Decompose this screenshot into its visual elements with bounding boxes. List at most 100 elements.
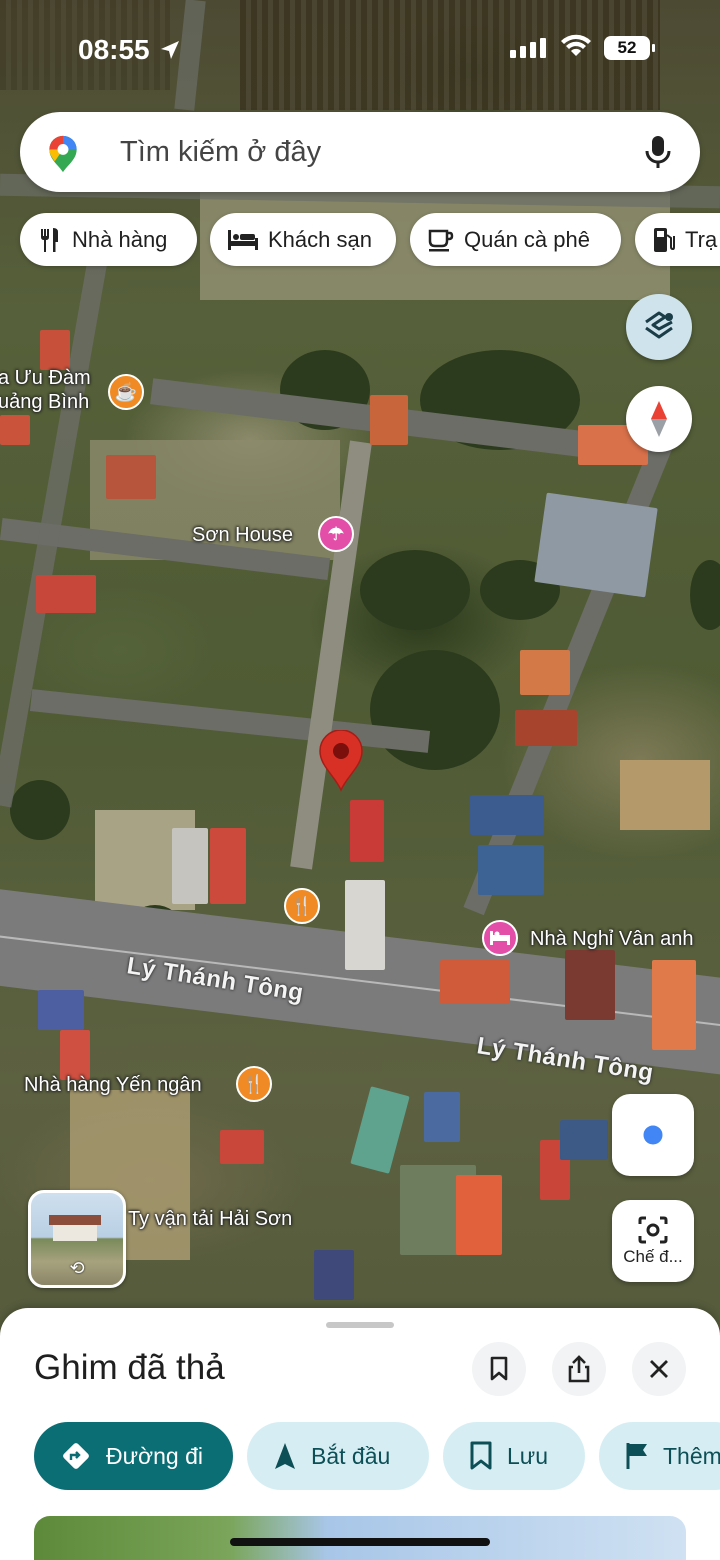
directions-icon (63, 1443, 89, 1469)
building-roof (652, 960, 696, 1050)
microphone-icon[interactable] (644, 134, 672, 170)
signal-bar (530, 42, 536, 58)
map-trees (690, 560, 720, 630)
rotate-360-icon: ⟲ (69, 1258, 85, 1278)
building-roof (470, 795, 544, 835)
poi-label: Nhà hàng Yến ngân (24, 1074, 202, 1096)
building-roof (350, 1086, 410, 1174)
fork-knife-icon[interactable]: 🍴 (236, 1066, 272, 1102)
chip-label: Trạ (685, 226, 718, 252)
layers-icon (645, 311, 673, 339)
poi-label-line: uảng Bình (0, 391, 90, 413)
building-roof (456, 1175, 502, 1255)
building-roof (314, 1250, 354, 1300)
save-label: Lưu (507, 1442, 548, 1469)
bed-icon (228, 229, 258, 250)
share-icon (568, 1355, 590, 1383)
sheet-title: Ghim đã thả (34, 1348, 225, 1387)
signal-bar (510, 50, 516, 58)
coffee-cup-icon[interactable]: ☕ (108, 374, 144, 410)
map-trees (370, 650, 500, 770)
bed-icon[interactable] (482, 920, 518, 956)
poi-label: a Ưu Đàm uảng Bình (0, 366, 91, 414)
chip-label: Nhà hàng (72, 226, 168, 252)
sheet-drag-handle[interactable] (326, 1322, 394, 1328)
building-roof (60, 1030, 90, 1080)
building-roof (345, 880, 385, 970)
umbrella-beach-icon[interactable]: ☂ (318, 516, 354, 552)
street-view-house (49, 1215, 101, 1241)
building-roof (36, 575, 96, 613)
my-location-icon (640, 1122, 666, 1148)
map-clearing (620, 760, 710, 830)
building-roof (478, 845, 544, 895)
close-button[interactable] (632, 1342, 686, 1396)
save-button[interactable]: Lưu (443, 1422, 585, 1490)
place-bottom-sheet[interactable]: Ghim đã thả Đường đi Bắt đầu Lưu Thêm (0, 1308, 720, 1560)
directions-button[interactable]: Đường đi (34, 1422, 233, 1490)
building-roof (220, 1130, 264, 1164)
more-label: Thêm (663, 1442, 720, 1469)
layers-button[interactable] (626, 294, 692, 360)
more-button[interactable]: Thêm (599, 1422, 720, 1490)
chip-restaurants[interactable]: Nhà hàng (20, 213, 197, 266)
chip-label: Quán cà phê (464, 226, 590, 252)
save-icon-button[interactable] (472, 1342, 526, 1396)
cellular-signal-icon (510, 38, 546, 58)
start-label: Bắt đầu (311, 1442, 391, 1469)
google-maps-pin-icon (49, 135, 77, 173)
building-roof (370, 395, 408, 445)
building-roof (515, 710, 577, 746)
chip-cafes[interactable]: Quán cà phê (410, 213, 621, 266)
chip-gas-stations[interactable]: Trạ (635, 213, 720, 266)
bookmark-icon (490, 1356, 508, 1381)
poi-label: Ty vận tải Hải Sơn (128, 1208, 293, 1230)
building-roof (520, 650, 570, 695)
chip-hotels[interactable]: Khách sạn (210, 213, 396, 266)
street-view-thumbnail[interactable]: ⟲ (28, 1190, 126, 1288)
home-indicator[interactable] (230, 1538, 490, 1546)
location-arrow-icon (161, 41, 180, 59)
search-input[interactable]: Tìm kiếm ở đây (120, 136, 321, 169)
camera-lens-icon (638, 1216, 668, 1244)
bookmark-icon (470, 1441, 492, 1470)
search-bar[interactable]: Tìm kiếm ở đây (20, 112, 700, 192)
building-roof (40, 330, 70, 370)
navigation-arrow-icon (275, 1443, 295, 1469)
building-roof (0, 415, 30, 445)
building-roof (38, 990, 84, 1030)
building-roof (424, 1092, 460, 1142)
dropped-pin-icon[interactable] (318, 730, 364, 792)
compass-icon (651, 401, 667, 437)
chip-label: Khách sạn (268, 226, 372, 252)
time-text: 08:55 (78, 34, 150, 65)
lens-button[interactable]: Chế đ... (612, 1200, 694, 1282)
battery-indicator: 52 (604, 36, 655, 60)
wifi-icon (561, 34, 591, 56)
compass-button[interactable] (626, 386, 692, 452)
flag-icon (626, 1443, 647, 1469)
my-location-button[interactable] (612, 1094, 694, 1176)
share-button[interactable] (552, 1342, 606, 1396)
building-roof (440, 960, 510, 1004)
building-roof (565, 950, 615, 1020)
coffee-cup-icon (428, 229, 454, 251)
building-roof (172, 828, 208, 904)
start-button[interactable]: Bắt đầu (247, 1422, 429, 1490)
building-roof (560, 1120, 608, 1160)
close-icon (650, 1360, 668, 1378)
gas-station-icon (654, 227, 675, 252)
map-trees (10, 780, 70, 840)
poi-label: Nhà Nghỉ Vân anh (530, 928, 694, 950)
lens-button-label: Chế đ... (623, 1247, 683, 1266)
signal-bar (520, 46, 526, 58)
building-roof (106, 455, 156, 499)
map-trees (360, 550, 470, 630)
signal-bar (540, 38, 546, 58)
directions-label: Đường đi (106, 1442, 203, 1469)
poi-label: Sơn House (192, 524, 293, 546)
fork-knife-icon[interactable]: 🍴 (284, 888, 320, 924)
fork-knife-icon (41, 227, 58, 252)
building-roof (350, 800, 384, 862)
building-roof (210, 828, 246, 904)
